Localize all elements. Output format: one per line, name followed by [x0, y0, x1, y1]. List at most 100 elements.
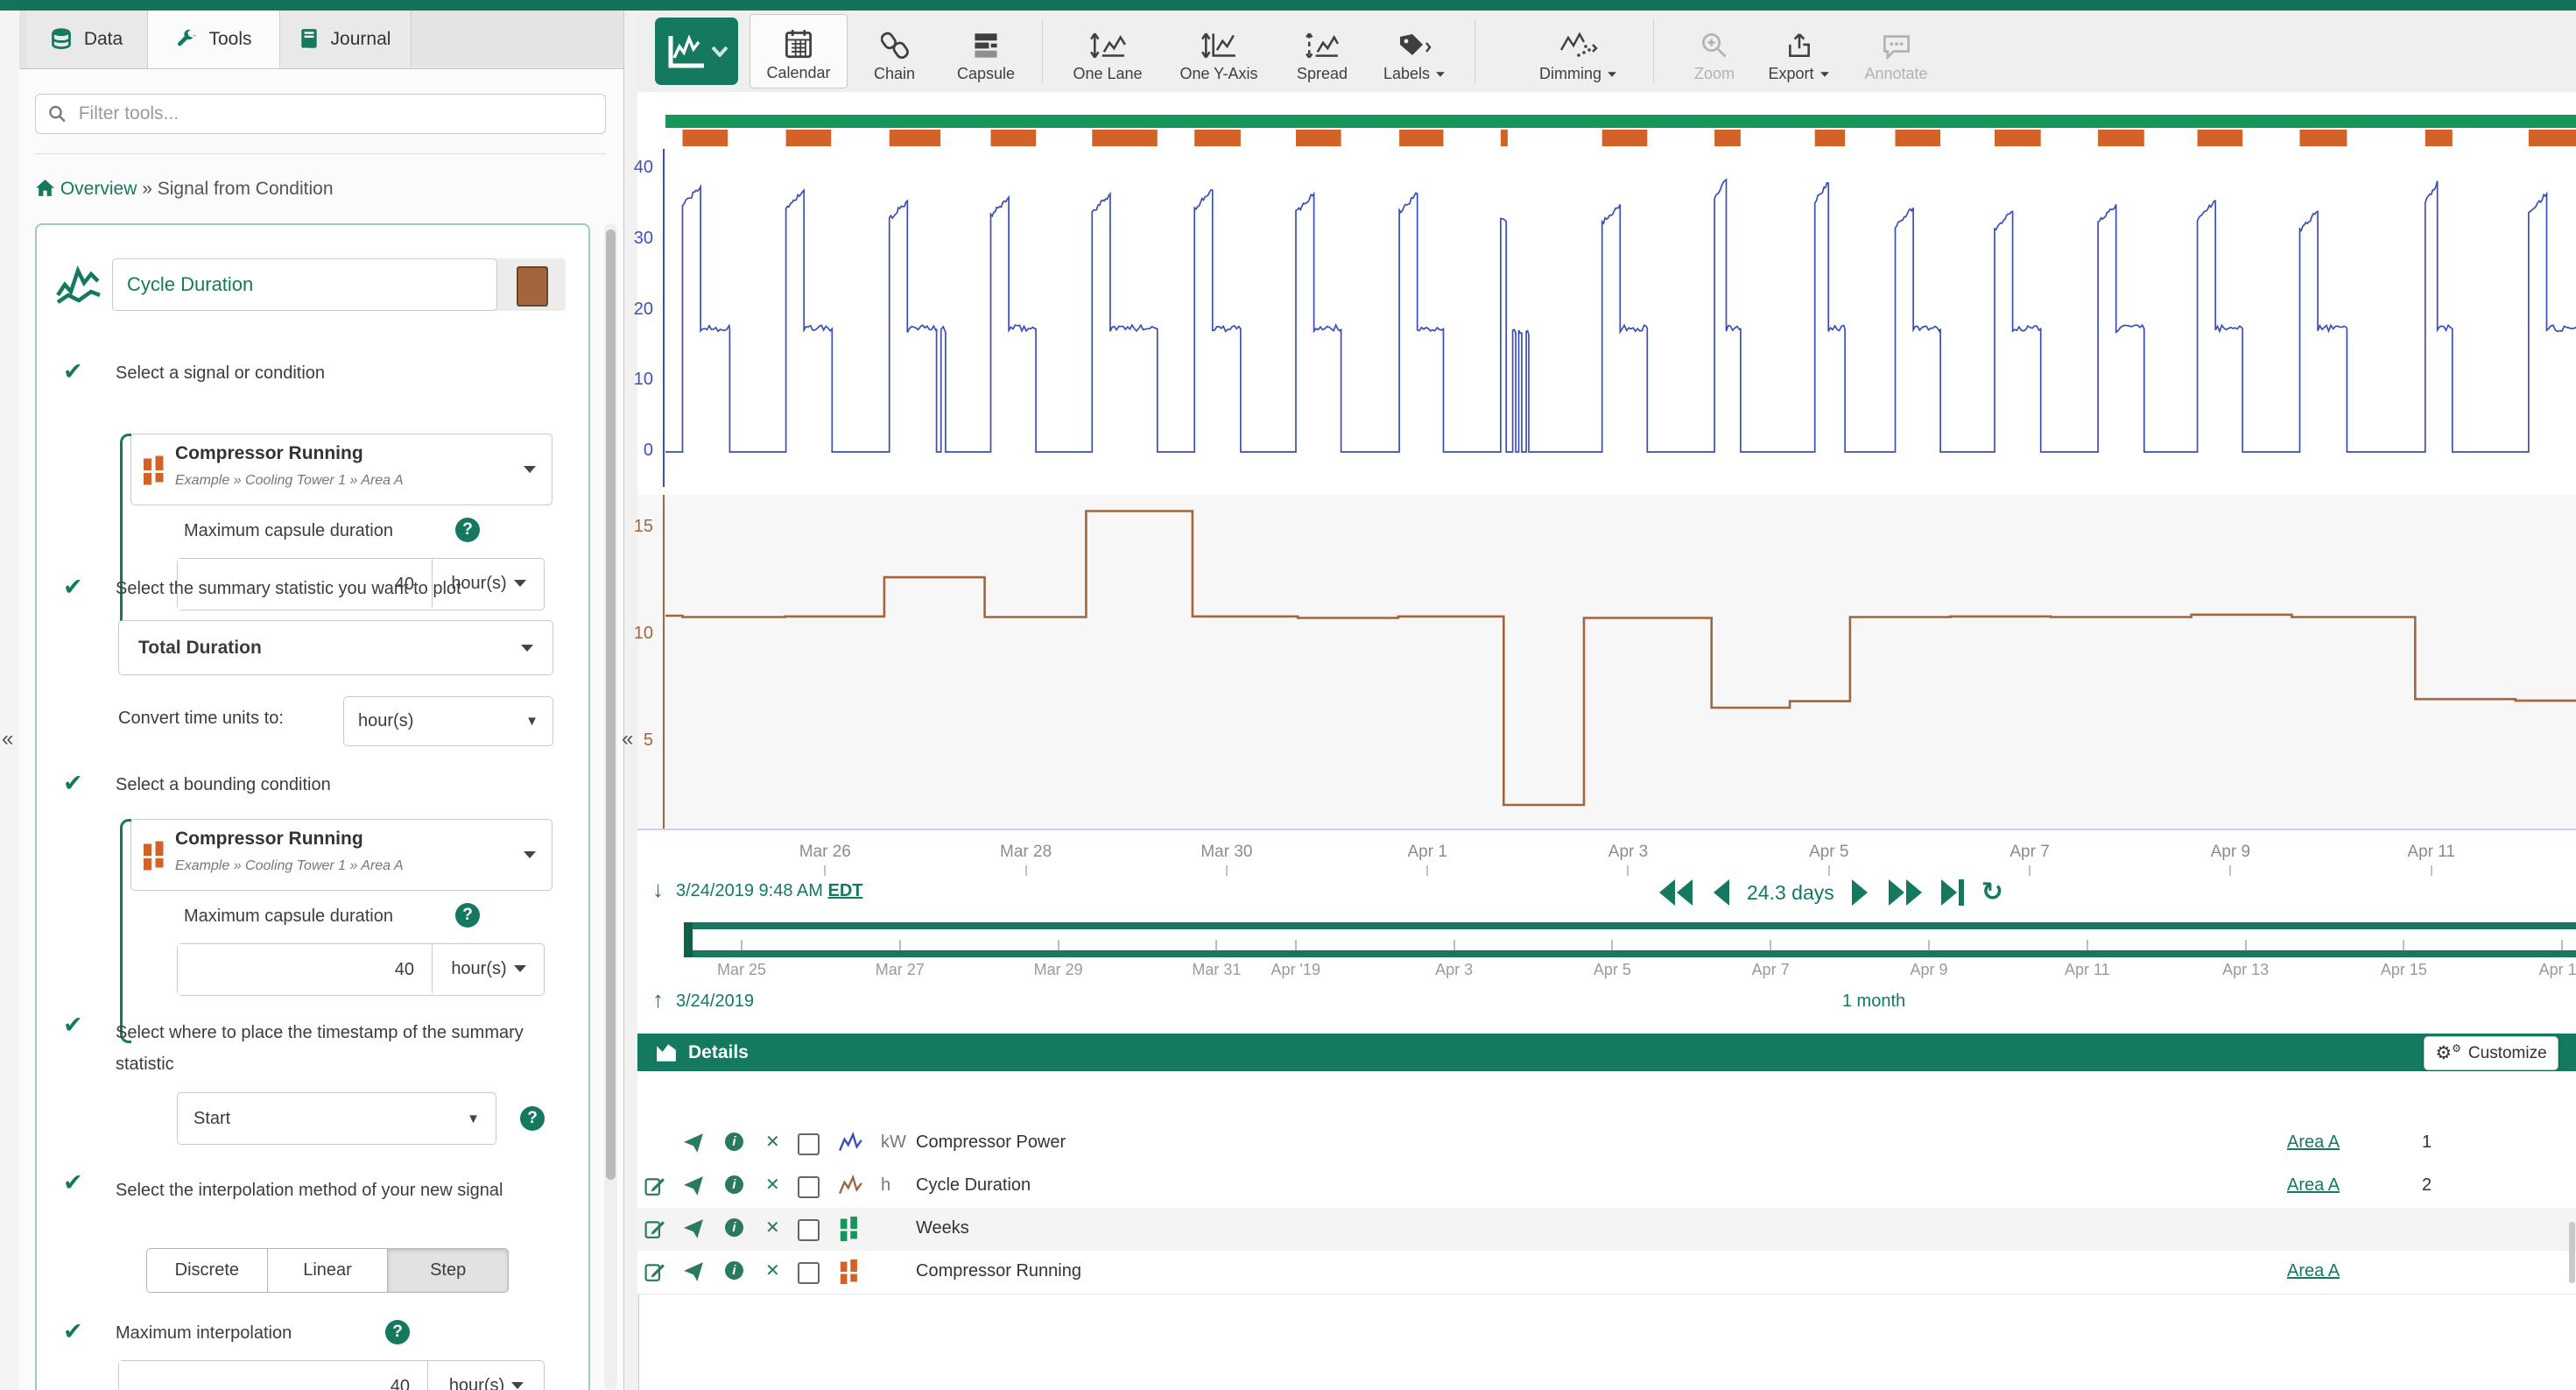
row-checkbox[interactable]: [798, 1219, 820, 1241]
toolbar-spread-button[interactable]: Spread: [1278, 14, 1366, 88]
help-icon[interactable]: ?: [455, 518, 480, 542]
send-icon[interactable]: [683, 1132, 704, 1154]
row-asset-link[interactable]: Area A: [2287, 1175, 2340, 1196]
cycle-duration-line[interactable]: [665, 512, 2576, 806]
max-capsule-duration2-input[interactable]: [178, 944, 432, 995]
customize-button[interactable]: ⚙⚙ Customize: [2424, 1036, 2558, 1070]
compressor-running-capsule[interactable]: [2425, 130, 2453, 146]
statistic-select[interactable]: Total Duration: [118, 620, 553, 675]
compressor-running-capsule[interactable]: [683, 130, 728, 146]
remove-icon[interactable]: ✕: [765, 1259, 780, 1281]
info-icon[interactable]: i: [725, 1175, 743, 1194]
max-interpolation-input[interactable]: [119, 1361, 427, 1390]
send-icon[interactable]: [683, 1261, 704, 1282]
trend-view-button[interactable]: [655, 18, 738, 85]
remove-icon[interactable]: ✕: [765, 1217, 780, 1238]
row-checkbox[interactable]: [798, 1133, 820, 1155]
color-swatch-button[interactable]: [517, 266, 548, 307]
edit-icon[interactable]: [644, 1175, 665, 1196]
timezone-link[interactable]: EDT: [827, 881, 862, 900]
toolbar-calendar-button[interactable]: Calendar: [750, 14, 848, 88]
compressor-running-capsule[interactable]: [1995, 130, 2041, 146]
compressor-running-capsule[interactable]: [890, 130, 940, 146]
chevron-down-icon: [712, 46, 728, 57]
step-forward-icon[interactable]: [1850, 878, 1871, 907]
lane1-y-axis[interactable]: [663, 149, 665, 487]
compressor-running-capsule[interactable]: [786, 130, 832, 146]
range-start-datetime[interactable]: 3/24/2019 9:48 AM: [676, 881, 823, 900]
compressor-running-capsule[interactable]: [1602, 130, 1648, 146]
send-icon[interactable]: [683, 1175, 704, 1196]
row-asset-link[interactable]: Area A: [2287, 1261, 2340, 1281]
timeline-top-bar[interactable]: [689, 922, 2576, 929]
tab-data[interactable]: Data: [26, 11, 148, 67]
compressor-running-capsule[interactable]: [1896, 130, 1941, 146]
compressor-running-capsule[interactable]: [991, 130, 1037, 146]
info-icon[interactable]: i: [725, 1218, 743, 1237]
info-icon[interactable]: i: [725, 1261, 743, 1280]
step-to-end-icon[interactable]: [1939, 878, 1966, 907]
interp-linear-button[interactable]: Linear: [268, 1248, 389, 1293]
toolbar-one-y-axis-button[interactable]: One Y-Axis: [1163, 14, 1275, 88]
compressor-power-line[interactable]: [665, 180, 2576, 452]
step-back-much-icon[interactable]: [1658, 878, 1694, 907]
toolbar-chain-button[interactable]: Chain: [853, 14, 936, 88]
compressor-running-capsule[interactable]: [1501, 130, 1508, 146]
row-checkbox[interactable]: [798, 1262, 820, 1284]
lane2-y-axis[interactable]: [663, 495, 665, 829]
toolbar-export-button[interactable]: Export: [1756, 14, 1842, 88]
interp-discrete-button[interactable]: Discrete: [146, 1248, 268, 1293]
compressor-running-capsule[interactable]: [2300, 130, 2347, 146]
filter-tools-input[interactable]: [77, 102, 593, 125]
toolbar-dimming-button[interactable]: Dimming: [1517, 14, 1640, 88]
timeline-left-handle[interactable]: [684, 922, 693, 957]
remove-icon[interactable]: ✕: [765, 1174, 780, 1196]
duration-label[interactable]: 24.3 days: [1747, 881, 1834, 905]
compressor-running-capsule[interactable]: [1194, 130, 1241, 146]
compressor-running-capsule[interactable]: [2529, 130, 2576, 146]
compressor-running-capsule[interactable]: [1815, 130, 1845, 146]
weeks-capsule-bar[interactable]: [665, 115, 2576, 128]
remove-icon[interactable]: ✕: [765, 1131, 780, 1153]
toolbar-one-lane-button[interactable]: One Lane: [1056, 14, 1159, 88]
max-capsule-duration2-unit-select[interactable]: hour(s): [432, 944, 545, 993]
compressor-running-capsule[interactable]: [1092, 130, 1158, 146]
help-icon[interactable]: ?: [385, 1320, 410, 1344]
compressor-running-capsule[interactable]: [2198, 130, 2243, 146]
compressor-running-capsule[interactable]: [1296, 130, 1341, 146]
step-forward-much-icon[interactable]: [1887, 878, 1924, 907]
toolbar-capsule-button[interactable]: Capsule: [939, 14, 1033, 88]
timeline-bottom-bar[interactable]: [689, 950, 2576, 957]
max-interpolation-unit-select[interactable]: hour(s): [427, 1361, 545, 1390]
tab-journal[interactable]: Journal: [279, 11, 412, 67]
signal-select-dropdown[interactable]: Compressor Running Example » Cooling Tow…: [130, 434, 553, 505]
interp-step-button[interactable]: Step: [388, 1248, 509, 1293]
filter-tools-search[interactable]: [35, 94, 606, 134]
help-icon[interactable]: ?: [520, 1106, 545, 1131]
details-scrollbar-thumb[interactable]: [2569, 1222, 2575, 1283]
timeline-selection-region[interactable]: [689, 929, 2576, 950]
convert-time-units-select[interactable]: hour(s) ▼: [343, 696, 553, 746]
breadcrumb-overview-link[interactable]: Overview: [60, 179, 137, 199]
edit-icon[interactable]: [644, 1261, 665, 1282]
tab-tools[interactable]: Tools: [147, 11, 280, 68]
info-icon[interactable]: i: [725, 1132, 743, 1151]
row-checkbox[interactable]: [798, 1176, 820, 1198]
timeline-start-date[interactable]: 3/24/2019: [676, 991, 754, 1012]
timeline-range-label[interactable]: 1 month: [1804, 991, 1944, 1012]
collapse-left-panel-icon[interactable]: «: [2, 727, 13, 751]
timestamp-placement-select[interactable]: Start ▼: [177, 1092, 496, 1145]
compressor-running-capsule[interactable]: [1399, 130, 1443, 146]
tool-name-field[interactable]: Cycle Duration: [112, 258, 497, 311]
edit-icon[interactable]: [644, 1218, 665, 1239]
help-icon[interactable]: ?: [455, 903, 480, 928]
toolbar-labels-button[interactable]: Labels: [1369, 14, 1460, 88]
row-asset-link[interactable]: Area A: [2287, 1132, 2340, 1153]
send-icon[interactable]: [683, 1218, 704, 1239]
refresh-icon[interactable]: ↻: [1981, 879, 2003, 906]
compressor-running-capsule[interactable]: [2098, 130, 2144, 146]
bounding-select-dropdown[interactable]: Compressor Running Example » Cooling Tow…: [130, 819, 553, 891]
compressor-running-capsule[interactable]: [1714, 130, 1741, 146]
step-back-icon[interactable]: [1710, 878, 1731, 907]
details-table-row: i✕hCycle DurationArea A2: [637, 1165, 2576, 1209]
